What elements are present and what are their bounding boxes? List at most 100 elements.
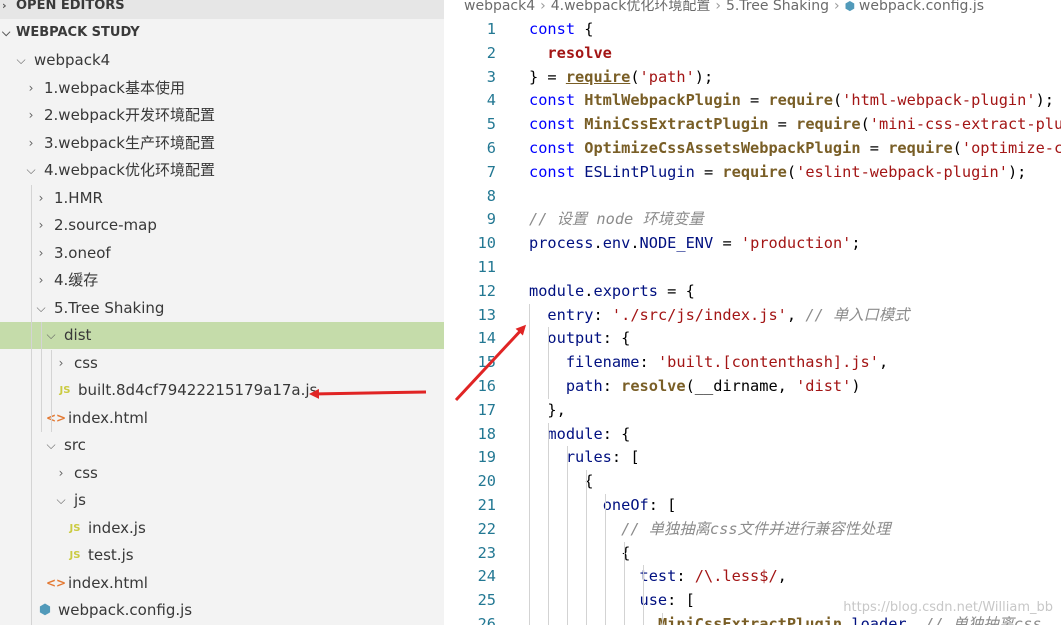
code-line[interactable]: 11: [444, 256, 1061, 280]
tree-folder-item[interactable]: › 3.oneof: [0, 240, 444, 267]
code-token: env: [602, 234, 631, 253]
tree-folder-item[interactable]: › 4.缓存: [0, 267, 444, 294]
code-line[interactable]: 1 const {: [444, 18, 1061, 42]
line-number: 14: [477, 329, 496, 348]
chevron-down-icon: ⌵: [46, 438, 56, 452]
code-line[interactable]: 5 const MiniCssExtractPlugin = require('m…: [444, 113, 1061, 137]
code-token: (: [786, 162, 797, 181]
breadcrumb-item[interactable]: webpack4: [464, 0, 535, 14]
code-line[interactable]: 9 // 设置 node 环境变量: [444, 208, 1061, 232]
tree-folder-item[interactable]: ⌵ 4.webpack优化环境配置: [0, 157, 444, 184]
webpack-config-icon: ⬢: [38, 602, 52, 618]
code-line[interactable]: 12 module.exports = {: [444, 280, 1061, 304]
code-line[interactable]: 6 const OptimizeCssAssetsWebpackPlugin = …: [444, 137, 1061, 161]
code-token: 'optimize-css-assets-webpack-plugin': [961, 139, 1061, 157]
code-line[interactable]: 8: [444, 185, 1061, 209]
line-number: 5: [486, 115, 496, 134]
line-number: 9: [486, 210, 496, 229]
breadcrumb-item[interactable]: webpack.config.js: [859, 0, 984, 14]
code-line[interactable]: 20 {: [444, 470, 1061, 494]
code-token: (: [952, 139, 962, 157]
indent-guide: [548, 422, 549, 625]
code-line[interactable]: 18 module: {: [444, 423, 1061, 447]
code-token: );: [694, 67, 714, 86]
code-token: HtmlWebpackPlugin: [584, 91, 741, 110]
tree-item-label: index.html: [68, 408, 148, 427]
code-token: OptimizeCssAssetsWebpackPlugin: [584, 139, 861, 157]
code-token: =: [768, 115, 797, 134]
code-line[interactable]: 19 rules: [: [444, 446, 1061, 470]
tree-indent-guide: [41, 322, 42, 432]
tree-folder-item[interactable]: › 2.source-map: [0, 212, 444, 239]
tree-folder-item[interactable]: ⌵ src: [0, 432, 444, 459]
workspace-label: WEBPACK STUDY: [16, 25, 140, 40]
code-line[interactable]: 17 },: [444, 399, 1061, 423]
tree-folder-item[interactable]: › 1.HMR: [0, 185, 444, 212]
tree-folder-item[interactable]: › 2.webpack开发环境配置: [0, 102, 444, 129]
code-editor[interactable]: webpack4 › 4.webpack优化环境配置 › 5.Tree Shaking ›…: [444, 0, 1061, 625]
code-line[interactable]: 2 resolve: [444, 42, 1061, 66]
tree-folder-item[interactable]: › 1.webpack基本使用: [0, 75, 444, 102]
code-token: );: [1007, 162, 1027, 181]
tree-folder-item[interactable]: ⌵ 5.Tree Shaking: [0, 295, 444, 322]
code-token: =: [694, 162, 723, 181]
open-editors-header[interactable]: › OPEN EDITORS: [0, 0, 444, 19]
code-token: .: [842, 615, 852, 625]
tree-file-item[interactable]: JS index.js: [0, 515, 444, 542]
line-number: 8: [486, 186, 496, 205]
code-line[interactable]: 3} = require('path');: [444, 66, 1061, 90]
code-token: filename: [565, 353, 640, 372]
tree-item-label: built.8d4cf79422215179a17a.js: [78, 381, 318, 399]
chevron-right-icon: ›: [38, 273, 44, 287]
tree-file-item[interactable]: ⬢ webpack.config.js: [0, 597, 444, 624]
code-token: (: [630, 67, 640, 86]
chevron-right-icon: ›: [28, 80, 34, 95]
code-token: entry: [547, 305, 594, 324]
code-line[interactable]: 21 oneOf: [: [444, 494, 1061, 518]
code-token: exports: [593, 281, 658, 300]
code-token: process: [529, 234, 594, 253]
code-line[interactable]: 16 path: resolve(__dirname, 'dist'): [444, 375, 1061, 399]
code-line[interactable]: 15 filename: 'built.[contenthash].js',: [444, 351, 1061, 375]
code-token: 'production': [740, 234, 852, 253]
line-number: 13: [477, 305, 496, 324]
indent-guide: [548, 327, 549, 399]
line-number: 15: [477, 353, 496, 372]
line-number: 6: [486, 139, 496, 157]
code-line[interactable]: 4 const HtmlWebpackPlugin = require('html…: [444, 89, 1061, 113]
code-text: output: {: [529, 327, 630, 351]
line-number: 25: [477, 591, 496, 610]
tree-file-item[interactable]: JS built.8d4cf79422215179a17a.js: [0, 377, 444, 404]
tree-file-item[interactable]: <> index.html: [0, 570, 444, 597]
code-token: // 单入口模式: [805, 305, 910, 324]
tree-folder-item[interactable]: ⌵ js: [0, 487, 444, 514]
code-text: path: resolve(__dirname, 'dist'): [529, 375, 861, 399]
tree-folder-item[interactable]: ⌵ dist: [0, 322, 444, 349]
code-line[interactable]: 22 // 单独抽离css文件并进行兼容性处理: [444, 518, 1061, 542]
tree-folder-item[interactable]: ⌵ webpack4: [0, 47, 444, 74]
tree-folder-item[interactable]: › css: [0, 460, 444, 487]
code-line[interactable]: 14 output: {: [444, 327, 1061, 351]
chevron-down-icon: ⌵: [26, 163, 36, 177]
line-number: 21: [477, 496, 496, 514]
breadcrumb-item[interactable]: 4.webpack优化环境配置: [551, 0, 711, 14]
code-token: (: [832, 91, 843, 110]
code-line[interactable]: 13 entry: './src/js/index.js', // 单入口模式: [444, 304, 1061, 328]
chevron-right-icon: ›: [28, 135, 34, 150]
code-token: );: [1035, 91, 1054, 110]
code-token: : [: [648, 496, 677, 514]
breadcrumb-separator: ›: [715, 0, 721, 14]
tree-file-item[interactable]: <> index.html: [0, 405, 444, 432]
code-line[interactable]: 10 process.env.NODE_ENV = 'production';: [444, 232, 1061, 256]
tree-folder-item[interactable]: › css: [0, 350, 444, 377]
tree-folder-item[interactable]: › 3.webpack生产环境配置: [0, 130, 444, 157]
code-line[interactable]: 7 const ESLintPlugin = require('eslint-we…: [444, 161, 1061, 185]
breadcrumb-item[interactable]: 5.Tree Shaking: [726, 0, 829, 14]
code-text: resolve: [529, 42, 611, 66]
workspace-header[interactable]: ⌵ WEBPACK STUDY: [0, 20, 444, 46]
code-token: // 单独抽离css: [925, 615, 1042, 625]
code-line[interactable]: 24 test: /\.less$/,: [444, 565, 1061, 589]
code-line[interactable]: 23 {: [444, 542, 1061, 566]
tree-file-item[interactable]: JS test.js: [0, 542, 444, 569]
